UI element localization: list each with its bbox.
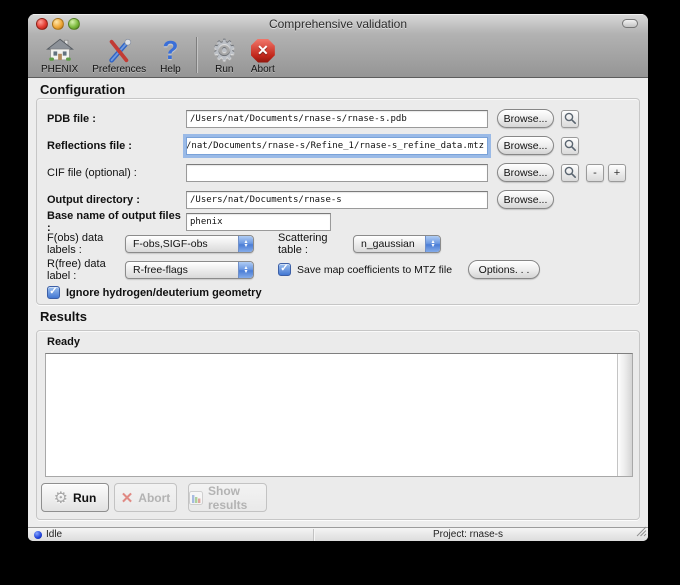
abort-stop-icon: ✕ (251, 36, 275, 65)
resize-grip[interactable] (636, 526, 647, 540)
scattering-table-label: Scattering table : (278, 232, 346, 256)
toolbar-label-help: Help (160, 64, 181, 75)
toolbar-separator (196, 37, 197, 73)
save-map-label: Save map coefficients to MTZ file (297, 264, 452, 276)
help-question-icon: ? (163, 36, 179, 65)
reflections-file-label: Reflections file : (47, 140, 186, 152)
results-groupbox: Ready ⚙ Run ✕ Abort (36, 330, 640, 520)
zoom-button[interactable] (68, 18, 80, 30)
pdb-file-label: PDB file : (47, 113, 186, 125)
fobs-labels-label: F(obs) data labels : (47, 232, 125, 256)
configuration-groupbox: PDB file : /Users/nat/Documents/rnase-s/… (36, 98, 640, 305)
results-header: Results (40, 309, 87, 324)
ignore-hydrogen-label: Ignore hydrogen/deuterium geometry (66, 287, 262, 299)
run-gear-icon: ⚙ (212, 36, 237, 65)
base-name-input[interactable]: phenix (186, 213, 331, 231)
reflections-view-button[interactable] (561, 137, 579, 155)
magnifier-icon (564, 112, 577, 125)
run-gear-icon: ⚙ (54, 488, 68, 508)
log-scrollbar[interactable] (617, 354, 632, 476)
cif-file-label: CIF file (optional) : (47, 167, 186, 179)
reflections-browse-button[interactable]: Browse... (497, 136, 554, 155)
bar-chart-icon (189, 491, 203, 505)
popup-stepper-icon: ▴▾ (425, 236, 440, 252)
abort-x-icon: ✕ (121, 489, 134, 507)
cif-view-button[interactable] (561, 164, 579, 182)
cif-file-input[interactable] (186, 164, 488, 182)
rfree-label: R(free) data label : (47, 258, 125, 282)
magnifier-icon (564, 139, 577, 152)
status-bar: Idle Project: rnase-s (28, 527, 648, 541)
cif-add-button[interactable]: + (608, 164, 626, 182)
window-title: Comprehensive validation (28, 17, 648, 31)
popup-stepper-icon: ▴▾ (238, 262, 253, 278)
toolbar-toggle-lozenge[interactable] (622, 19, 638, 28)
toolbar-label-run: Run (215, 64, 233, 75)
content-area: Configuration PDB file : /Users/nat/Docu… (28, 78, 648, 527)
reflections-file-input[interactable]: /nat/Documents/rnase-s/Refine_1/rnase-s_… (186, 137, 488, 155)
close-button[interactable] (36, 18, 48, 30)
status-project-text: Project: rnase-s (314, 529, 622, 541)
toolbar-label-phenix: PHENIX (41, 64, 78, 75)
fobs-labels-popup[interactable]: F-obs,SIGF-obs ▴▾ (125, 235, 254, 253)
status-state-text: Idle (46, 529, 62, 541)
phenix-home-icon (46, 36, 74, 65)
abort-button[interactable]: ✕ Abort (114, 483, 177, 512)
minimize-button[interactable] (52, 18, 64, 30)
toolbar-item-abort[interactable]: ✕ Abort (244, 34, 282, 75)
toolbar: PHENIX Preferences ? Help ⚙ Run (28, 34, 648, 78)
status-led-icon (34, 531, 42, 539)
preferences-tools-icon (106, 36, 132, 65)
scattering-table-popup[interactable]: n_gaussian ▴▾ (353, 235, 441, 253)
toolbar-label-abort: Abort (251, 64, 275, 75)
options-button[interactable]: Options. . . (468, 260, 540, 279)
toolbar-item-phenix[interactable]: PHENIX (34, 34, 85, 75)
run-button[interactable]: ⚙ Run (41, 483, 109, 512)
popup-stepper-icon: ▴▾ (238, 236, 253, 252)
toolbar-item-preferences[interactable]: Preferences (85, 34, 153, 75)
output-directory-input[interactable]: /Users/nat/Documents/rnase-s (186, 191, 488, 209)
rfree-popup[interactable]: R-free-flags ▴▾ (125, 261, 254, 279)
cif-remove-button[interactable]: - (586, 164, 604, 182)
title-bar[interactable]: Comprehensive validation (28, 14, 648, 34)
cif-browse-button[interactable]: Browse... (497, 163, 554, 182)
results-log-area[interactable] (45, 353, 633, 477)
show-results-button[interactable]: Show results (188, 483, 267, 512)
output-browse-button[interactable]: Browse... (497, 190, 554, 209)
toolbar-item-help[interactable]: ? Help (153, 34, 188, 75)
toolbar-label-preferences: Preferences (92, 64, 146, 75)
app-window: Comprehensive validation PHENIX (28, 14, 648, 541)
pdb-browse-button[interactable]: Browse... (497, 109, 554, 128)
configuration-header: Configuration (40, 82, 125, 97)
ignore-hydrogen-checkbox[interactable]: ✓ (47, 286, 60, 299)
results-status-text: Ready (47, 336, 80, 348)
pdb-view-button[interactable] (561, 110, 579, 128)
base-name-label: Base name of output files : (47, 210, 186, 234)
pdb-file-input[interactable]: /Users/nat/Documents/rnase-s/rnase-s.pdb (186, 110, 488, 128)
toolbar-item-run[interactable]: ⚙ Run (205, 34, 244, 75)
output-directory-label: Output directory : (47, 194, 186, 206)
magnifier-icon (564, 166, 577, 179)
save-map-checkbox[interactable]: ✓ (278, 263, 291, 276)
